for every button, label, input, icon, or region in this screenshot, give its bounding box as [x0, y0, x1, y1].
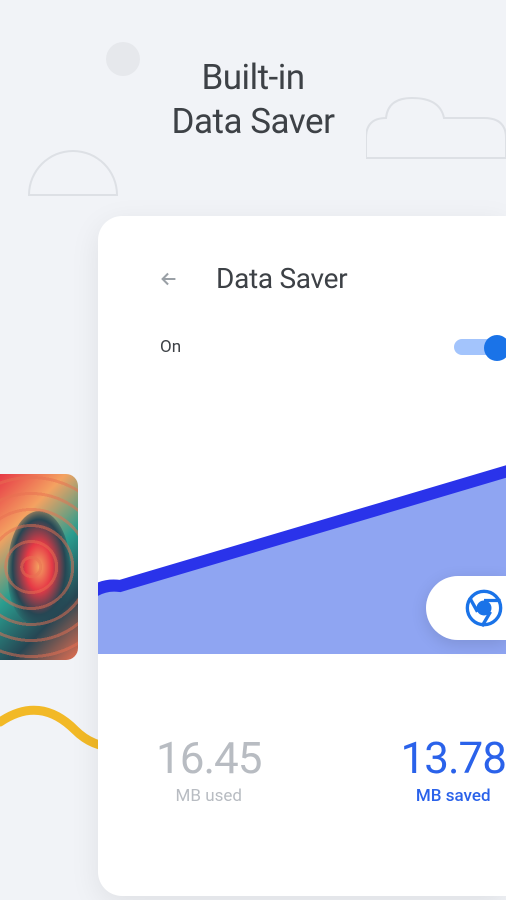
artwork-thumbnail — [0, 474, 78, 660]
toggle-row: On — [98, 295, 506, 359]
card-header: Data Saver — [98, 216, 506, 295]
chrome-badge[interactable] — [426, 576, 506, 640]
stat-used: 16.45 MB used — [156, 736, 262, 806]
used-value: 16.45 — [156, 736, 262, 780]
saved-label: MB saved — [400, 786, 506, 806]
toggle-label: On — [160, 337, 181, 357]
stats-row: 16.45 MB used 13.78 MB saved — [156, 736, 506, 806]
hero-title: Built-in Data Saver — [0, 56, 506, 144]
data-saver-card: Data Saver On 16.45 MB used 13.78 — [98, 216, 506, 896]
decorative-cloud — [28, 150, 118, 196]
hero-line-2: Data Saver — [0, 100, 506, 144]
hero-line-1: Built-in — [0, 56, 506, 100]
data-saver-toggle[interactable] — [454, 335, 506, 359]
card-title: Data Saver — [216, 262, 347, 295]
used-label: MB used — [156, 786, 262, 806]
saved-value: 13.78 — [400, 736, 506, 780]
chrome-icon — [464, 588, 504, 628]
back-arrow-icon[interactable] — [158, 268, 180, 290]
stat-saved: 13.78 MB saved — [400, 736, 506, 806]
